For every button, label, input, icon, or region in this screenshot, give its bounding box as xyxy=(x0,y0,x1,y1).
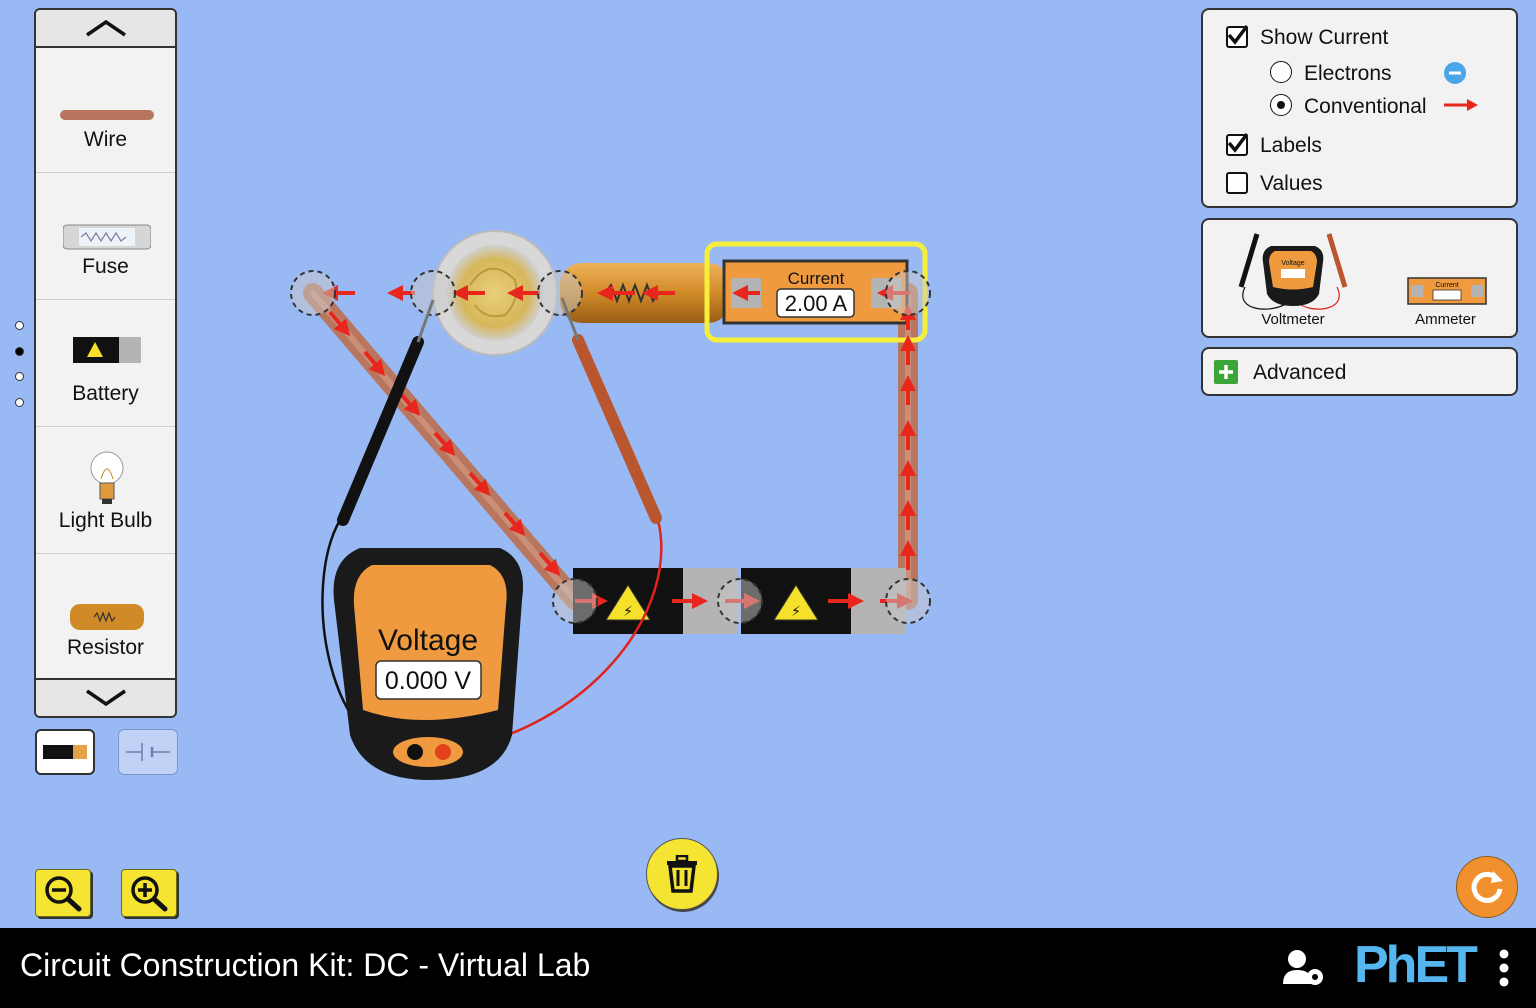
toolbox-item-label: Resistor xyxy=(66,636,145,659)
carousel-page-dot[interactable] xyxy=(15,372,24,381)
delete-button[interactable] xyxy=(646,838,718,910)
values-checkbox[interactable] xyxy=(1226,172,1248,194)
lifelike-view-button[interactable] xyxy=(35,729,95,775)
sim-title: Circuit Construction Kit: DC - Virtual L… xyxy=(20,947,591,983)
fuse-icon xyxy=(63,224,151,250)
show-current-label: Show Current xyxy=(1260,26,1389,49)
svg-text:⚡: ⚡ xyxy=(791,604,801,620)
chevron-up-icon xyxy=(85,19,126,37)
plus-icon xyxy=(1219,365,1233,379)
light-bulb-icon xyxy=(90,451,124,504)
wire-icon xyxy=(60,110,154,120)
carousel-page-dot-active[interactable] xyxy=(15,347,24,356)
electrons-radio[interactable] xyxy=(1270,61,1292,83)
voltmeter-icon: Voltage xyxy=(1238,233,1348,310)
ammeter-title: Current xyxy=(788,269,845,288)
ammeter-icon-text: Current xyxy=(1435,282,1458,289)
voltmeter-reading: 0.000 V xyxy=(385,667,472,695)
zoom-out-button[interactable] xyxy=(35,869,91,917)
voltmeter-icon-text: Voltage xyxy=(1281,260,1304,267)
toolbox-item-wire[interactable]: Wire xyxy=(36,46,175,173)
preferences-icon[interactable] xyxy=(1281,948,1327,988)
battery-icon xyxy=(43,745,87,759)
carousel-up-button[interactable] xyxy=(36,10,175,48)
display-options-panel: Show Current Electrons Conventional Labe… xyxy=(1201,8,1518,208)
conventional-label: Conventional xyxy=(1304,95,1427,118)
toolbox-item-resistor[interactable]: Resistor xyxy=(36,554,175,681)
ammeter-reading: 2.00 A xyxy=(785,291,848,316)
reset-icon xyxy=(1471,871,1503,903)
toolbox-item-fuse[interactable]: Fuse xyxy=(36,173,175,300)
electrons-label: Electrons xyxy=(1304,62,1392,85)
expand-button[interactable] xyxy=(1214,360,1238,384)
show-current-checkbox[interactable] xyxy=(1226,24,1248,48)
checkmark-icon xyxy=(1227,132,1248,153)
values-label: Values xyxy=(1260,172,1323,195)
schematic-view-button[interactable] xyxy=(118,729,178,775)
resistor-icon xyxy=(70,604,144,630)
phet-logo-text: PhET xyxy=(1354,936,1478,994)
voltmeter-tool-label: Voltmeter xyxy=(1261,311,1325,328)
electron-icon xyxy=(1444,62,1466,84)
zoom-in-button[interactable] xyxy=(121,869,177,917)
toolbox-item-label: Wire xyxy=(83,128,128,151)
ammeter-tool-label: Ammeter xyxy=(1415,311,1476,328)
red-probe[interactable] xyxy=(560,297,662,524)
labels-checkbox[interactable] xyxy=(1226,132,1248,156)
component-carousel: Wire Fuse Battery Light Bulb Resistor xyxy=(34,8,177,718)
battery-icon xyxy=(73,337,141,363)
toolbox-item-battery[interactable]: Battery xyxy=(36,300,175,427)
navigation-bar: Circuit Construction Kit: DC - Virtual L… xyxy=(0,928,1536,1008)
toolbox-item-label: Light Bulb xyxy=(58,509,153,532)
advanced-label: Advanced xyxy=(1253,361,1347,384)
chevron-down-icon xyxy=(85,689,126,707)
svg-text:⚡: ⚡ xyxy=(623,604,633,620)
carousel-down-button[interactable] xyxy=(36,678,175,716)
radio-selected-dot xyxy=(1277,101,1285,109)
trash-icon xyxy=(667,855,697,893)
conventional-arrow-icon xyxy=(1444,99,1478,111)
carousel-page-dot[interactable] xyxy=(15,398,24,407)
toolbox-item-label: Fuse xyxy=(82,255,129,278)
phet-logo[interactable]: PhET xyxy=(1354,934,1484,996)
voltmeter-tool[interactable]: Voltage Voltmeter xyxy=(1233,232,1353,332)
ammeter-tool[interactable]: Current Ammeter xyxy=(1403,275,1493,335)
ammeter-icon: Current xyxy=(1407,277,1487,305)
voltmeter-title: Voltage xyxy=(378,624,478,657)
sensor-toolbox: Voltage Voltmeter Current Ammeter xyxy=(1201,218,1518,338)
checkmark-icon xyxy=(1227,24,1248,45)
menu-icon[interactable] xyxy=(1497,948,1511,988)
carousel-page-dot[interactable] xyxy=(15,321,24,330)
zoom-out-icon xyxy=(45,876,82,912)
toolbox-item-label: Battery xyxy=(72,382,139,405)
schematic-battery-icon xyxy=(126,743,170,761)
advanced-panel[interactable]: Advanced xyxy=(1201,347,1518,396)
voltmeter[interactable]: Voltage 0.000 V xyxy=(333,548,524,780)
conventional-radio[interactable] xyxy=(1270,94,1292,116)
toolbox-item-light-bulb[interactable]: Light Bulb xyxy=(36,427,175,554)
labels-label: Labels xyxy=(1260,134,1322,157)
reset-all-button[interactable] xyxy=(1456,856,1518,918)
zoom-in-icon xyxy=(131,876,168,912)
